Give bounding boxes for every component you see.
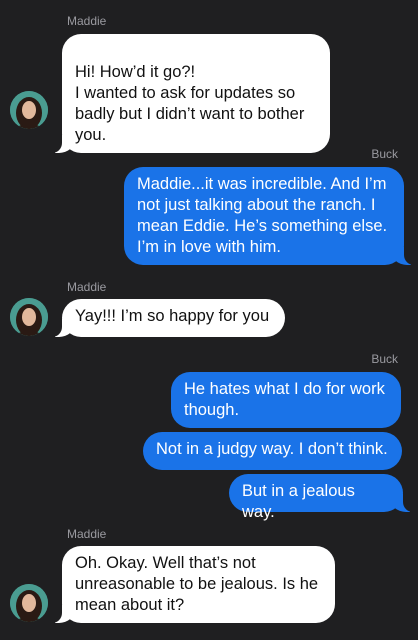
avatar[interactable] [10, 584, 48, 622]
sender-label-maddie: Maddie [67, 527, 107, 541]
message-bubble-outgoing[interactable]: Not in a judgy way. I don’t think. [143, 432, 402, 470]
sender-label-maddie: Maddie [67, 280, 107, 294]
message-text: Oh. Okay. Well that’s not unreasonable t… [75, 554, 319, 614]
contact-photo-icon [10, 584, 48, 622]
sender-label-buck: Buck [371, 147, 398, 161]
avatar[interactable] [10, 298, 48, 336]
message-text: Hi! How’d it go?! I wanted to ask for up… [75, 63, 305, 144]
message-bubble-outgoing[interactable]: Maddie...it was incredible. And I’m not … [124, 167, 415, 265]
message-text: He hates what I do for work though. [184, 380, 385, 419]
message-text: Yay!!! I’m so happy for you [75, 307, 270, 325]
sender-label-maddie: Maddie [67, 14, 107, 28]
message-bubble-incoming[interactable]: Oh. Okay. Well that’s not unreasonable t… [51, 546, 335, 623]
message-bubble-incoming[interactable]: Yay!!! I’m so happy for you [51, 299, 285, 337]
message-bubble-incoming[interactable]: Hi! How’d it go?! I wanted to ask for up… [51, 34, 330, 153]
contact-photo-icon [10, 298, 48, 336]
message-text: Maddie...it was incredible. And I’m not … [137, 175, 388, 256]
contact-photo-icon [10, 91, 48, 129]
message-text: Not in a judgy way. I don’t think. [156, 440, 388, 458]
message-bubble-outgoing[interactable]: But in a jealous way. [229, 474, 414, 521]
sender-label-buck: Buck [371, 352, 398, 366]
avatar[interactable] [10, 91, 48, 129]
message-text: But in a jealous way. [242, 482, 355, 521]
message-bubble-outgoing[interactable]: He hates what I do for work though. [171, 372, 401, 428]
